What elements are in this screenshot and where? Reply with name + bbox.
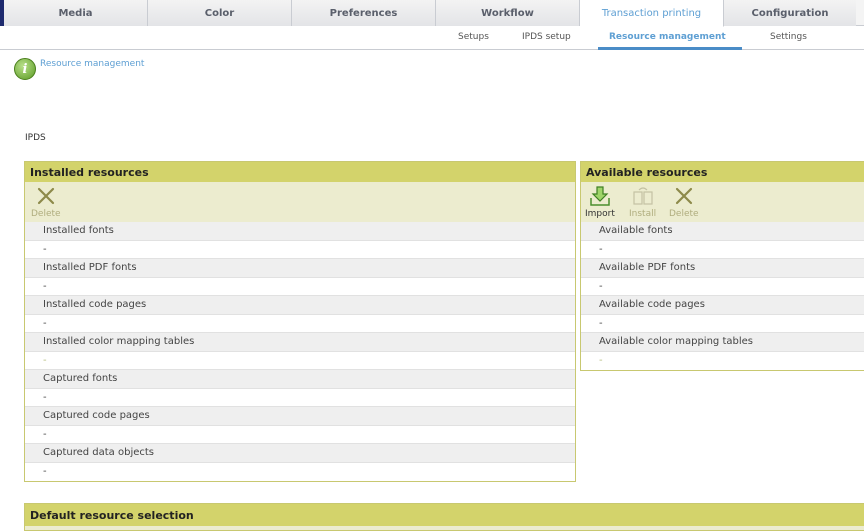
- available-delete-label: Delete: [669, 209, 699, 219]
- subtab-ipds-setup[interactable]: IPDS setup: [522, 32, 571, 42]
- list-item-value: -: [581, 314, 864, 333]
- tab-configuration[interactable]: Configuration: [724, 0, 856, 26]
- available-resources-list: Available fonts - Available PDF fonts - …: [581, 222, 864, 370]
- list-item-value: -: [25, 425, 575, 444]
- list-item-value: -: [25, 388, 575, 407]
- list-item-value: -: [581, 351, 864, 370]
- section-title-ipds: IPDS: [25, 133, 46, 143]
- list-item-value: -: [25, 351, 575, 370]
- available-delete-button[interactable]: Delete: [669, 186, 699, 219]
- tab-workflow[interactable]: Workflow: [436, 0, 580, 26]
- installed-delete-label: Delete: [31, 209, 61, 219]
- import-button[interactable]: Import: [585, 186, 615, 219]
- install-button[interactable]: Install: [629, 186, 656, 219]
- delete-icon: [673, 186, 695, 206]
- available-resources-panel: Available resources Import Install Delet…: [580, 161, 864, 371]
- list-item-label: Installed color mapping tables: [25, 333, 575, 352]
- list-item-label: Installed fonts: [25, 222, 575, 241]
- list-item-value: -: [25, 240, 575, 259]
- default-resource-selection-panel: Default resource selection: [24, 503, 864, 531]
- installed-delete-button[interactable]: Delete: [31, 186, 61, 219]
- import-icon: [589, 186, 611, 206]
- tab-preferences[interactable]: Preferences: [292, 0, 436, 26]
- tab-media[interactable]: Media: [4, 0, 148, 26]
- main-tab-bar: Media Color Preferences Workflow Transac…: [0, 0, 864, 27]
- default-resource-selection-title: Default resource selection: [25, 504, 864, 526]
- import-label: Import: [585, 209, 615, 219]
- list-item-label: Available color mapping tables: [581, 333, 864, 352]
- tab-transaction-printing[interactable]: Transaction printing: [580, 0, 724, 27]
- subtab-resource-management[interactable]: Resource management: [609, 32, 726, 42]
- list-item-label: Available fonts: [581, 222, 864, 241]
- installed-toolbar: Delete: [25, 182, 575, 222]
- install-icon: [632, 186, 654, 206]
- breadcrumb[interactable]: Resource management: [40, 59, 144, 69]
- available-resources-title: Available resources: [581, 162, 864, 182]
- active-subtab-indicator: [598, 47, 742, 50]
- available-toolbar: Import Install Delete: [581, 182, 864, 222]
- list-item-label: Available PDF fonts: [581, 259, 864, 278]
- list-item-value: -: [581, 240, 864, 259]
- info-icon: i: [14, 58, 36, 80]
- subtab-settings[interactable]: Settings: [770, 32, 807, 42]
- list-item-label: Captured data objects: [25, 444, 575, 463]
- tab-color[interactable]: Color: [148, 0, 292, 26]
- list-item-value: -: [25, 314, 575, 333]
- list-item-label: Installed code pages: [25, 296, 575, 315]
- list-item-value: -: [25, 462, 575, 481]
- list-item-label: Captured fonts: [25, 370, 575, 389]
- installed-resources-panel: Installed resources Delete Installed fon…: [24, 161, 576, 482]
- sub-tab-bar: Setups IPDS setup Resource management Se…: [0, 26, 864, 50]
- list-item-value: -: [25, 277, 575, 296]
- list-item-value: -: [581, 277, 864, 296]
- install-label: Install: [629, 209, 657, 219]
- list-item-label: Available code pages: [581, 296, 864, 315]
- subtab-setups[interactable]: Setups: [458, 32, 489, 42]
- delete-icon: [35, 186, 57, 206]
- installed-resources-list: Installed fonts - Installed PDF fonts - …: [25, 222, 575, 481]
- list-item-label: Installed PDF fonts: [25, 259, 575, 278]
- list-item-label: Captured code pages: [25, 407, 575, 426]
- installed-resources-title: Installed resources: [25, 162, 575, 182]
